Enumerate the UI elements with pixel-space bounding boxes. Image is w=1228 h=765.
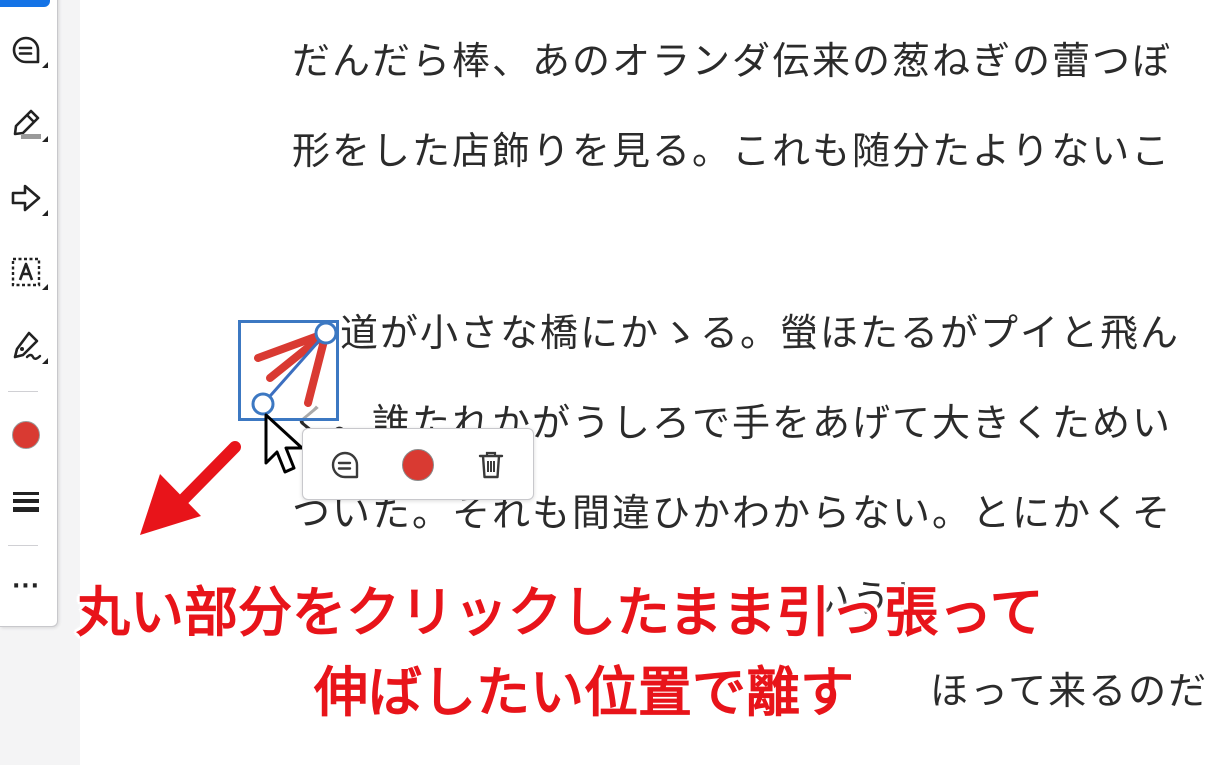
arrow-tool-button[interactable] — [3, 175, 49, 221]
document-line: 形をした店飾りを見る。これも随分たよりないこ — [292, 129, 1172, 173]
guide-arrow-icon — [132, 437, 245, 544]
submenu-indicator — [42, 210, 48, 216]
comment-icon — [12, 36, 40, 64]
submenu-indicator — [42, 62, 48, 68]
line-weight-icon — [13, 492, 39, 512]
annotation-toolbar: ··· — [0, 0, 58, 627]
submenu-indicator — [42, 358, 48, 364]
document-line: ほって来るのだ — [930, 669, 1209, 713]
trash-icon — [478, 451, 504, 479]
comment-icon — [331, 451, 359, 479]
more-tools-button[interactable]: ··· — [3, 569, 49, 615]
submenu-indicator — [42, 136, 48, 142]
instruction-callout-line2: 伸ばしたい位置で離す — [314, 661, 854, 724]
annotation-drawing-layer — [132, 321, 338, 544]
current-color-swatch — [12, 421, 40, 449]
highlighter-icon — [13, 109, 41, 139]
document-line: だんだら棒、あのオランダ伝来の葱ねぎの蕾つぼ — [292, 39, 1173, 83]
popup-color-button[interactable] — [396, 443, 440, 487]
toolbar-divider — [8, 545, 38, 546]
annotation-selection-box[interactable] — [238, 320, 339, 421]
popup-color-swatch — [402, 449, 434, 481]
active-tool-indicator — [0, 0, 50, 7]
popup-delete-button[interactable] — [469, 443, 513, 487]
toolbar-divider — [8, 391, 38, 392]
popup-comment-button[interactable] — [323, 443, 367, 487]
instruction-callout-line1: 丸い部分をクリックしたまま引っ張って — [76, 581, 1044, 644]
text-box-icon — [11, 257, 41, 287]
highlight-tool-button[interactable] — [3, 101, 49, 147]
comment-tool-button[interactable] — [3, 27, 49, 73]
submenu-indicator — [42, 284, 48, 290]
annotation-popup-toolbar — [302, 428, 534, 500]
pen-draw-icon — [13, 331, 42, 360]
line-thickness-button[interactable] — [3, 478, 49, 524]
text-box-tool-button[interactable] — [3, 249, 49, 295]
arrow-right-icon — [11, 184, 41, 212]
more-icon: ··· — [11, 574, 41, 599]
color-picker-button[interactable] — [3, 412, 49, 458]
draw-tool-button[interactable] — [3, 323, 49, 369]
document-line: 道が小さな橋にかゝる。螢ほたるがプイと飛ん — [340, 311, 1181, 355]
